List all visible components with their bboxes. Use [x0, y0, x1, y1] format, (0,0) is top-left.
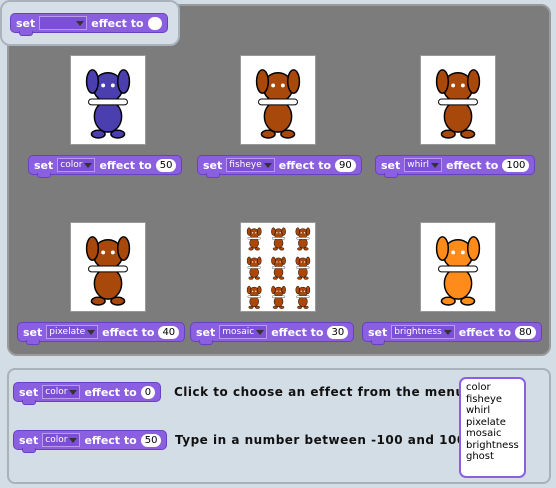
set-effect-block-example[interactable]: set color effect to 0 [13, 382, 162, 405]
value-input[interactable] [147, 16, 162, 30]
set-brightness-effect-block[interactable]: set brightness effect to 80 [362, 322, 542, 345]
set-label: set [23, 325, 43, 339]
instruction-text: Click to choose an effect from the menu: [174, 385, 470, 399]
dog-sprite [435, 236, 481, 306]
menu-item-brightness[interactable]: brightness [466, 440, 519, 452]
effect-dropdown[interactable]: whirl [404, 158, 443, 172]
value-input[interactable]: 50 [155, 158, 177, 172]
set-label: set [34, 158, 54, 172]
chevron-down-icon [69, 437, 78, 443]
set-label: set [16, 16, 36, 30]
dog-sprite [255, 69, 301, 139]
menu-item-mosaic[interactable]: mosaic [466, 428, 519, 440]
value-input[interactable]: 80 [515, 325, 536, 339]
dropdown-value: color [60, 160, 83, 170]
value-input[interactable]: 50 [140, 433, 162, 447]
effect-to-label: effect to [458, 325, 512, 339]
sprite-mosaic-preview [240, 222, 316, 312]
effect-to-label: effect to [84, 385, 137, 399]
effect-dropdown[interactable] [39, 16, 88, 30]
effect-dropdown[interactable]: color [57, 158, 96, 172]
effect-dropdown[interactable]: fisheye [226, 158, 275, 172]
dropdown-value: brightness [394, 327, 442, 337]
sprite-pixelate-preview [70, 222, 146, 312]
effect-dropdown[interactable]: mosaic [219, 325, 268, 339]
effect-dropdown[interactable]: brightness [391, 325, 455, 339]
dog-sprite [85, 69, 131, 139]
dropdown-value: pixelate [49, 327, 86, 337]
sprite-fisheye-preview [240, 55, 316, 145]
effect-menu: color fisheye whirl pixelate mosaic brightnes… [459, 377, 526, 478]
menu-item-pixelate[interactable]: pixelate [466, 417, 519, 429]
effect-dropdown[interactable]: pixelate [46, 325, 99, 339]
value-input[interactable]: 100 [502, 158, 530, 172]
sprite-brightness-preview [420, 222, 496, 312]
chevron-down-icon [84, 162, 93, 168]
dog-sprite [435, 69, 481, 139]
menu-item-ghost[interactable]: ghost [466, 451, 519, 463]
value-input[interactable]: 40 [158, 325, 180, 339]
dropdown-value: whirl [407, 160, 430, 170]
set-whirl-effect-block[interactable]: set whirl effect to 100 [375, 155, 536, 178]
dog-sprite [85, 236, 131, 306]
value-input[interactable]: 0 [140, 385, 156, 399]
effect-to-label: effect to [271, 325, 324, 339]
effect-dropdown[interactable]: color [42, 385, 81, 399]
effect-dropdown[interactable]: color [42, 433, 81, 447]
chevron-down-icon [69, 389, 78, 395]
chevron-down-icon [443, 329, 452, 335]
menu-item-color[interactable]: color [466, 382, 519, 394]
sprite-color-preview [70, 55, 146, 145]
dropdown-value: color [45, 435, 68, 445]
set-label: set [19, 433, 39, 447]
chevron-down-icon [87, 329, 96, 335]
effect-to-label: effect to [278, 158, 332, 172]
dropdown-value: mosaic [222, 327, 255, 337]
dropdown-value: fisheye [229, 160, 262, 170]
effect-to-label: effect to [91, 16, 144, 30]
set-label: set [368, 325, 388, 339]
set-effect-block[interactable]: set effect to [10, 13, 168, 36]
effect-to-label: effect to [102, 325, 155, 339]
instruction-text: Type in a number between -100 and 100. [175, 433, 471, 447]
menu-item-whirl[interactable]: whirl [466, 405, 519, 417]
sprite-whirl-preview [420, 55, 496, 145]
set-color-effect-block[interactable]: set color effect to 50 [28, 155, 183, 178]
value-input[interactable]: 30 [327, 325, 349, 339]
chevron-down-icon [431, 162, 440, 168]
chevron-down-icon [256, 329, 265, 335]
value-input[interactable]: 90 [335, 158, 356, 172]
dog-sprite [246, 227, 311, 309]
dropdown-value: color [45, 387, 68, 397]
block-palette: set effect to [0, 0, 180, 46]
set-effect-block-example[interactable]: set color effect to 50 [13, 430, 168, 453]
set-label: set [203, 158, 223, 172]
effect-to-label: effect to [99, 158, 152, 172]
effect-to-label: effect to [446, 158, 499, 172]
chevron-down-icon [76, 20, 85, 26]
set-mosaic-effect-block[interactable]: set mosaic effect to 30 [190, 322, 355, 345]
set-label: set [19, 385, 39, 399]
set-pixelate-effect-block[interactable]: set pixelate effect to 40 [17, 322, 186, 345]
set-label: set [196, 325, 216, 339]
set-label: set [381, 158, 401, 172]
set-fisheye-effect-block[interactable]: set fisheye effect to 90 [197, 155, 362, 178]
chevron-down-icon [263, 162, 272, 168]
effect-to-label: effect to [84, 433, 137, 447]
menu-item-fisheye[interactable]: fisheye [466, 394, 519, 406]
